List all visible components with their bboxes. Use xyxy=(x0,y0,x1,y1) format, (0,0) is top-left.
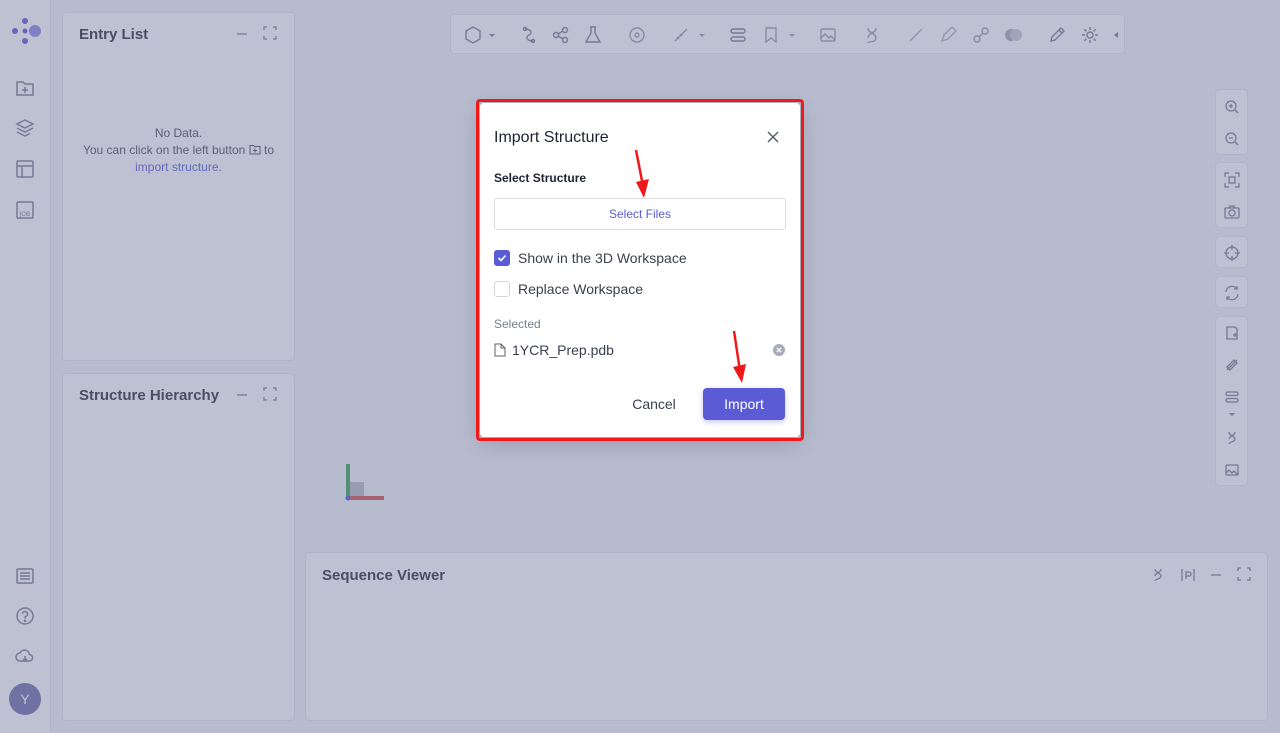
annotation-arrow-select-files xyxy=(634,149,649,198)
annotation-arrow-import xyxy=(732,330,746,383)
app-root: JOB Y Entry List No Data. You can click … xyxy=(0,0,1280,733)
